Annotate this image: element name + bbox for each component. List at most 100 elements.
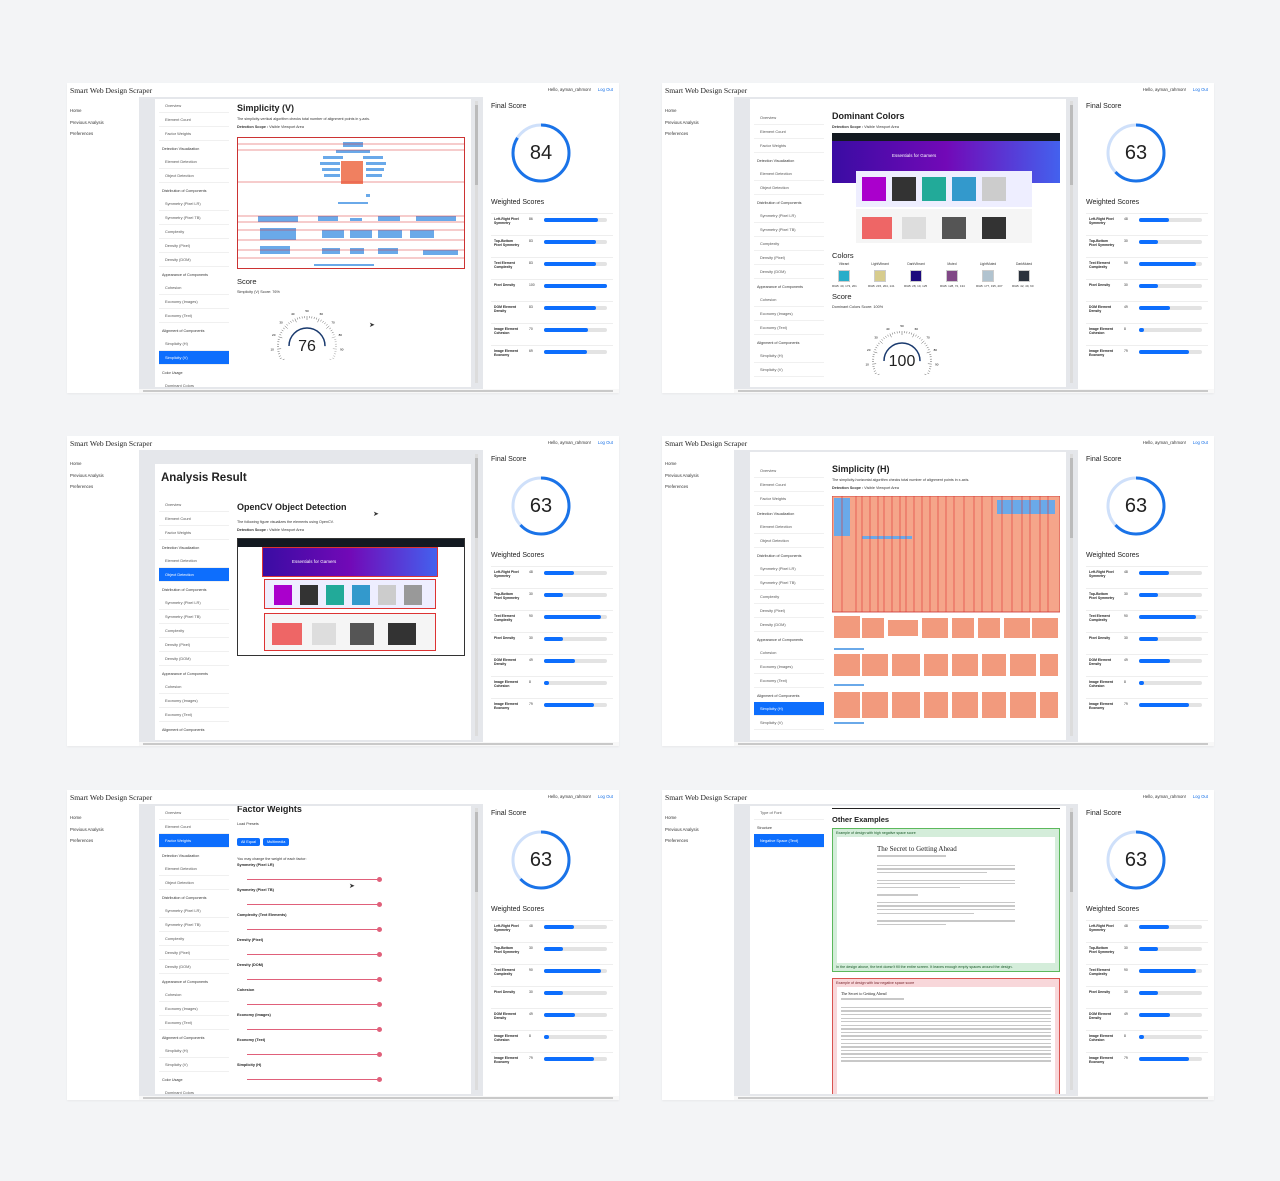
- menu-dominant-colors[interactable]: Dominant Colors: [159, 379, 229, 387]
- menu-density-pixel[interactable]: Density (Pixel): [159, 946, 229, 960]
- logout-link[interactable]: Log Out: [1193, 87, 1208, 92]
- weight-slider[interactable]: Complexity (Text Elements): [237, 913, 467, 938]
- menu-economy-text[interactable]: Economy (Text): [159, 1016, 229, 1030]
- nav-previous-analysis[interactable]: Previous Analysis: [70, 470, 130, 482]
- menu-factor-weights[interactable]: Factor Weights: [754, 492, 824, 506]
- menu-symmetry-lr[interactable]: Symmetry (Pixel LR): [754, 562, 824, 576]
- menu-density-dom[interactable]: Density (DOM): [159, 253, 229, 267]
- menu-element-detection[interactable]: Element Detection: [754, 167, 824, 181]
- logout-link[interactable]: Log Out: [598, 440, 613, 445]
- menu-object-detection[interactable]: Object Detection: [754, 534, 824, 548]
- menu-symmetry-tb[interactable]: Symmetry (Pixel TB): [159, 211, 229, 225]
- nav-home[interactable]: Home: [665, 105, 725, 117]
- menu-object-detection[interactable]: Object Detection: [159, 169, 229, 183]
- horizontal-scrollbar[interactable]: [139, 742, 619, 746]
- menu-object-detection[interactable]: Object Detection: [159, 876, 229, 890]
- menu-density-dom[interactable]: Density (DOM): [159, 652, 229, 666]
- menu-density-pixel[interactable]: Density (Pixel): [754, 604, 824, 618]
- horizontal-scrollbar[interactable]: [139, 1096, 619, 1100]
- vertical-scrollbar[interactable]: [475, 454, 478, 736]
- menu-simplicity-h[interactable]: Simplicity (H): [159, 1044, 229, 1058]
- menu-object-detection[interactable]: Object Detection: [754, 181, 824, 195]
- nav-preferences[interactable]: Preferences: [665, 835, 725, 847]
- menu-simplicity-v[interactable]: Simplicity (V): [159, 351, 229, 365]
- menu-overview[interactable]: Overview: [159, 806, 229, 820]
- menu-cohesion[interactable]: Cohesion: [754, 293, 824, 307]
- menu-density-pixel[interactable]: Density (Pixel): [159, 239, 229, 253]
- weight-slider[interactable]: Simplicity (H): [237, 1063, 467, 1088]
- menu-density-dom[interactable]: Density (DOM): [754, 618, 824, 632]
- menu-complexity[interactable]: Complexity: [159, 225, 229, 239]
- menu-density-pixel[interactable]: Density (Pixel): [754, 251, 824, 265]
- logout-link[interactable]: Log Out: [1193, 440, 1208, 445]
- menu-element-count[interactable]: Element Count: [159, 512, 229, 526]
- menu-negative-space[interactable]: Negative Space (Text): [754, 834, 824, 848]
- menu-object-detection[interactable]: Object Detection: [159, 568, 229, 582]
- menu-economy-images[interactable]: Economy (Images): [159, 295, 229, 309]
- vertical-scrollbar[interactable]: [1070, 101, 1073, 383]
- menu-economy-images[interactable]: Economy (Images): [159, 1002, 229, 1016]
- horizontal-scrollbar[interactable]: [734, 389, 1214, 393]
- menu-overview[interactable]: Overview: [754, 464, 824, 478]
- menu-element-detection[interactable]: Element Detection: [754, 520, 824, 534]
- menu-element-detection[interactable]: Element Detection: [159, 155, 229, 169]
- menu-simplicity-v[interactable]: Simplicity (V): [159, 1058, 229, 1072]
- vertical-scrollbar[interactable]: [1070, 808, 1073, 1090]
- weight-slider[interactable]: Economy (Images): [237, 1013, 467, 1038]
- menu-symmetry-lr[interactable]: Symmetry (Pixel LR): [159, 197, 229, 211]
- menu-cohesion[interactable]: Cohesion: [754, 646, 824, 660]
- menu-symmetry-tb[interactable]: Symmetry (Pixel TB): [754, 223, 824, 237]
- nav-home[interactable]: Home: [70, 812, 130, 824]
- menu-symmetry-lr[interactable]: Symmetry (Pixel LR): [754, 209, 824, 223]
- nav-preferences[interactable]: Preferences: [70, 835, 130, 847]
- nav-preferences[interactable]: Preferences: [665, 481, 725, 493]
- nav-previous-analysis[interactable]: Previous Analysis: [665, 824, 725, 836]
- logout-link[interactable]: Log Out: [598, 87, 613, 92]
- menu-overview[interactable]: Overview: [159, 498, 229, 512]
- menu-symmetry-tb[interactable]: Symmetry (Pixel TB): [159, 610, 229, 624]
- menu-complexity[interactable]: Complexity: [159, 932, 229, 946]
- horizontal-scrollbar[interactable]: [734, 1096, 1214, 1100]
- menu-economy-text[interactable]: Economy (Text): [754, 321, 824, 335]
- nav-previous-analysis[interactable]: Previous Analysis: [665, 470, 725, 482]
- menu-element-detection[interactable]: Element Detection: [159, 862, 229, 876]
- menu-element-count[interactable]: Element Count: [159, 113, 229, 127]
- preset-multimedia-button[interactable]: Multimedia: [263, 838, 290, 846]
- nav-home[interactable]: Home: [70, 458, 130, 470]
- menu-overview[interactable]: Overview: [754, 111, 824, 125]
- menu-factor-weights[interactable]: Factor Weights: [159, 127, 229, 141]
- menu-economy-images[interactable]: Economy (Images): [754, 307, 824, 321]
- menu-economy-images[interactable]: Economy (Images): [754, 660, 824, 674]
- horizontal-scrollbar[interactable]: [139, 389, 619, 393]
- weight-slider[interactable]: Economy (Text): [237, 1038, 467, 1063]
- vertical-scrollbar[interactable]: [475, 808, 478, 1090]
- menu-density-dom[interactable]: Density (DOM): [159, 960, 229, 974]
- menu-density-pixel[interactable]: Density (Pixel): [159, 638, 229, 652]
- horizontal-scrollbar[interactable]: [734, 742, 1214, 746]
- menu-simplicity-h[interactable]: Simplicity (H): [159, 337, 229, 351]
- menu-factor-weights[interactable]: Factor Weights: [159, 526, 229, 540]
- nav-home[interactable]: Home: [665, 812, 725, 824]
- weight-slider[interactable]: Symmetry (Pixel TB): [237, 888, 467, 913]
- nav-preferences[interactable]: Preferences: [70, 481, 130, 493]
- menu-economy-text[interactable]: Economy (Text): [754, 674, 824, 688]
- menu-economy-images[interactable]: Economy (Images): [159, 694, 229, 708]
- menu-factor-weights[interactable]: Factor Weights: [159, 834, 229, 848]
- menu-symmetry-lr[interactable]: Symmetry (Pixel LR): [159, 904, 229, 918]
- nav-previous-analysis[interactable]: Previous Analysis: [70, 117, 130, 129]
- nav-preferences[interactable]: Preferences: [70, 128, 130, 140]
- menu-complexity[interactable]: Complexity: [754, 590, 824, 604]
- menu-overview[interactable]: Overview: [159, 99, 229, 113]
- menu-complexity[interactable]: Complexity: [754, 237, 824, 251]
- menu-symmetry-tb[interactable]: Symmetry (Pixel TB): [754, 576, 824, 590]
- weight-slider[interactable]: Density (DOM): [237, 963, 467, 988]
- menu-symmetry-lr[interactable]: Symmetry (Pixel LR): [159, 596, 229, 610]
- logout-link[interactable]: Log Out: [598, 794, 613, 799]
- menu-cohesion[interactable]: Cohesion: [159, 988, 229, 1002]
- menu-simplicity-h[interactable]: Simplicity (H): [754, 349, 824, 363]
- weight-slider[interactable]: Cohesion: [237, 988, 467, 1013]
- menu-cohesion[interactable]: Cohesion: [159, 281, 229, 295]
- vertical-scrollbar[interactable]: [475, 101, 478, 383]
- vertical-scrollbar[interactable]: [1070, 454, 1073, 736]
- menu-factor-weights[interactable]: Factor Weights: [754, 139, 824, 153]
